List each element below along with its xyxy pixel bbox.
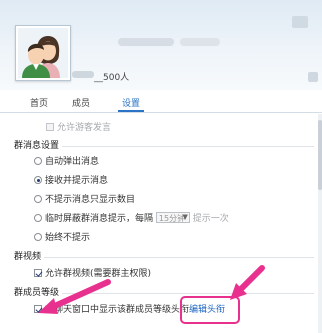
arrow-icon xyxy=(38,279,111,314)
arrow-icon xyxy=(230,265,265,300)
scrollbar-thumb[interactable] xyxy=(318,120,322,190)
annotation-arrows xyxy=(38,265,265,314)
